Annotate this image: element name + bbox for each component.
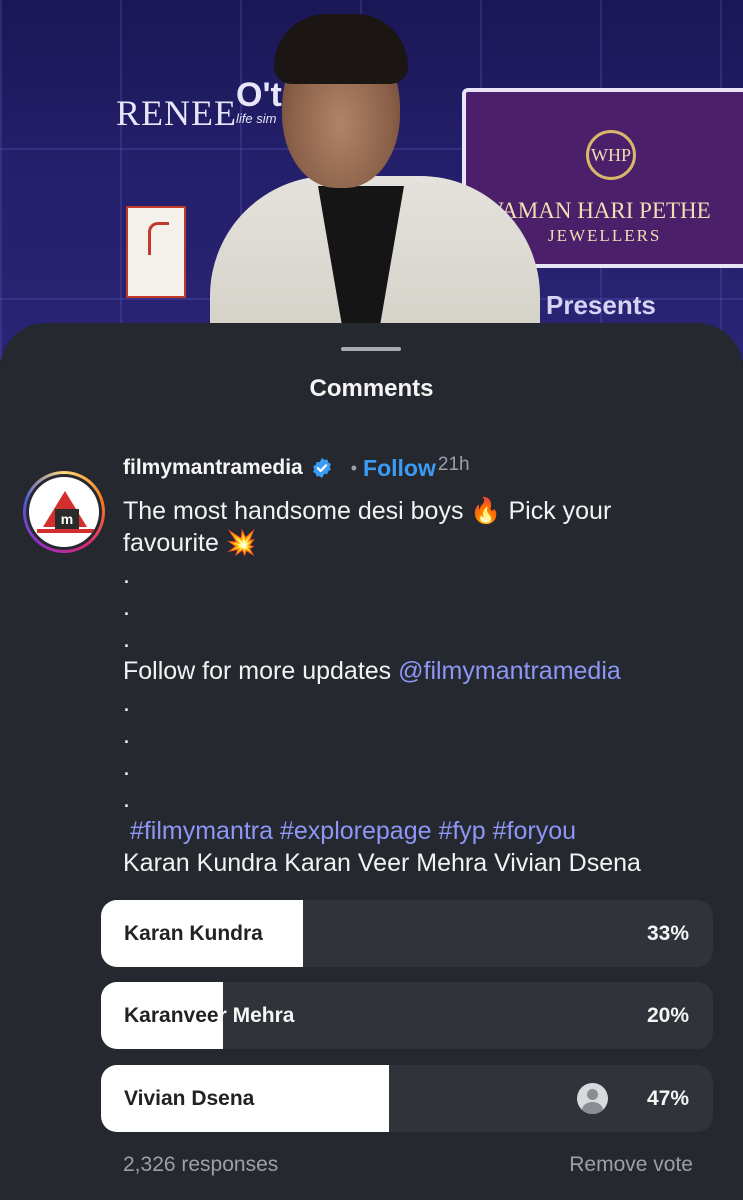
sponsor-ot-logo: O't life sim bbox=[236, 76, 282, 126]
sheet-title: Comments bbox=[309, 375, 434, 402]
separator-dot: • bbox=[350, 457, 358, 478]
poll-option-percent: 33% bbox=[646, 922, 689, 945]
caption-line: The most handsome desi boys 🔥 Pick your bbox=[123, 497, 612, 525]
username[interactable]: filmymantramedia bbox=[123, 456, 303, 480]
caption-line: . bbox=[123, 593, 130, 621]
whp-logo: WHP bbox=[586, 130, 636, 180]
sponsor-renee-logo: RENEE bbox=[116, 93, 237, 133]
sheet-drag-handle[interactable] bbox=[341, 347, 401, 351]
verified-badge-icon bbox=[312, 457, 331, 479]
user-avatar-icon bbox=[577, 1083, 608, 1114]
caption-line: . bbox=[123, 721, 130, 749]
avatar-head-shape bbox=[587, 1089, 598, 1100]
presents-text: Presents bbox=[546, 290, 656, 320]
poll-option-label: Vivian Dsena bbox=[124, 1087, 255, 1110]
sponsor-ot-text: O't bbox=[236, 76, 282, 114]
poll-label-inside: Karanvee bbox=[124, 1004, 219, 1027]
caption-line: . bbox=[123, 753, 130, 781]
poll-option-label: Karanveer Mehra bbox=[124, 982, 294, 1049]
poll-option-vivian-dsena[interactable]: Vivian Dsena 47% bbox=[101, 1065, 713, 1132]
poll-option-karan-kundra[interactable]: Karan Kundra 33% bbox=[101, 900, 713, 967]
caption-follow-text: Follow for more updates bbox=[123, 657, 399, 685]
poll-option-karanveer-mehra[interactable]: Karanveer Mehra 20% bbox=[101, 982, 713, 1049]
caption-line: . bbox=[123, 625, 130, 653]
poll-response-count: 2,326 responses bbox=[123, 1153, 279, 1176]
person-hair bbox=[274, 14, 408, 84]
caption-follow-line: Follow for more updates @filmymantramedi… bbox=[123, 655, 723, 687]
poll-option-percent: 20% bbox=[646, 1004, 689, 1027]
comments-sheet: Comments m filmymantramedia • Follow 21h… bbox=[0, 323, 743, 1200]
caption-line: . bbox=[123, 785, 130, 813]
poll-option-percent: 47% bbox=[646, 1087, 689, 1110]
avatar-inner-ring: m bbox=[26, 474, 102, 550]
post-caption: The most handsome desi boys 🔥 Pick your … bbox=[123, 495, 723, 879]
caption-line: . bbox=[123, 561, 130, 589]
post-background-photo: RENEE O't life sim WHP WAMAN HARI PETHE … bbox=[0, 0, 743, 360]
logo-box: m bbox=[55, 509, 79, 529]
logo-strip bbox=[37, 529, 95, 533]
sponsor-godawan-logo bbox=[126, 206, 186, 298]
hashtags-line[interactable]: #filmymantra #explorepage #fyp #foryou bbox=[123, 815, 723, 847]
filmymantra-logo-icon: m bbox=[29, 477, 99, 547]
caption-line: . bbox=[123, 689, 130, 717]
follow-button[interactable]: Follow bbox=[363, 455, 436, 482]
caption-line: Karan Kundra Karan Veer Mehra Vivian Dse… bbox=[123, 849, 641, 877]
poll-label-outside: r Mehra bbox=[218, 1004, 295, 1027]
avatar-body-shape bbox=[582, 1102, 603, 1114]
mention-link[interactable]: @filmymantramedia bbox=[398, 657, 621, 685]
whp-jewellers: JEWELLERS bbox=[548, 226, 662, 245]
remove-vote-button[interactable]: Remove vote bbox=[569, 1153, 693, 1177]
post-time: 21h bbox=[437, 454, 470, 475]
sponsor-ot-tagline: life sim bbox=[236, 111, 277, 126]
caption-line: favourite 💥 bbox=[123, 529, 257, 557]
poll-footer: 2,326 responses Remove vote bbox=[123, 1153, 693, 1177]
poll-option-label: Karan Kundra bbox=[124, 922, 263, 945]
profile-avatar[interactable]: m bbox=[23, 471, 105, 553]
whp-name: WAMAN HARI PETHE bbox=[482, 198, 711, 223]
post-header: filmymantramedia • Follow 21h bbox=[123, 451, 470, 485]
